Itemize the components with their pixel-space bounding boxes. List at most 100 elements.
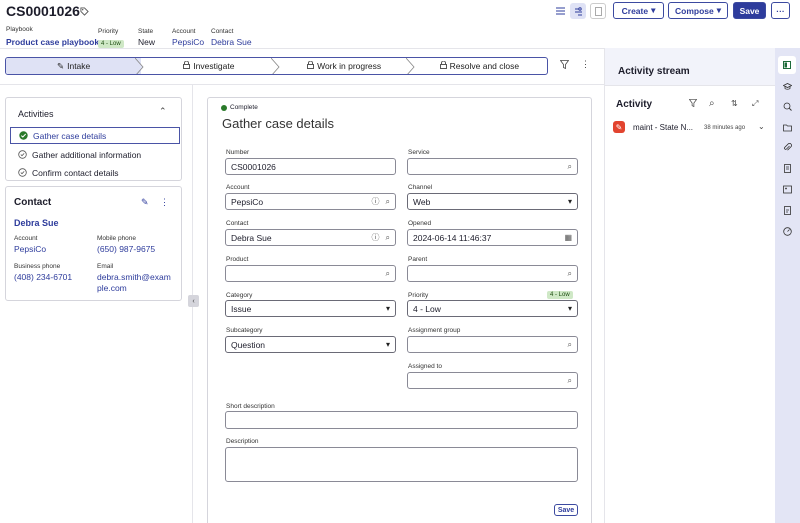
activity-label: Gather case details	[33, 130, 107, 141]
priority-select[interactable]: 4 - Low ▾	[407, 300, 578, 317]
assignment-group-field[interactable]: ⌕	[407, 336, 578, 353]
rail-image-icon[interactable]	[783, 185, 793, 195]
assigned-to-label: Assigned to	[408, 363, 442, 370]
tag-icon[interactable]	[80, 7, 89, 16]
step-intake[interactable]: ✎ Intake	[6, 58, 144, 74]
playbook-label: Playbook	[6, 26, 33, 33]
stepper-more-icon[interactable]: ⋮	[581, 59, 590, 70]
opened-value: 2024-06-14 11:46:37	[413, 232, 492, 243]
step-label: Work in progress	[317, 61, 382, 71]
category-select[interactable]: Issue ▾	[225, 300, 396, 317]
activity-gather-additional-information[interactable]: Gather additional information	[10, 146, 180, 163]
priority-field-badge: 4 - Low	[547, 291, 573, 299]
playbook-stepper: ✎ Intake Investigate Work in progress Re…	[5, 57, 548, 75]
sort-icon[interactable]: ⇅	[731, 99, 738, 108]
chevron-up-icon[interactable]: ⌃	[159, 106, 167, 117]
entry-pencil-icon: ✎	[613, 121, 625, 133]
search-icon[interactable]: ⌕	[386, 197, 390, 207]
assigned-to-field[interactable]: ⌕	[407, 372, 578, 389]
activity-filter-icon[interactable]	[688, 99, 698, 109]
service-field[interactable]: ⌕	[407, 158, 578, 175]
compose-button-label: Compose	[674, 5, 714, 16]
number-label: Number	[226, 149, 250, 156]
complete-dot-icon	[221, 104, 227, 111]
contact-card-title: Contact	[14, 197, 52, 208]
subcategory-select[interactable]: Question ▾	[225, 336, 396, 353]
rail-stream-icon[interactable]	[778, 56, 796, 74]
edit-pencil-icon[interactable]: ✎	[141, 197, 149, 208]
save-button[interactable]: Save	[733, 2, 766, 19]
step-investigate[interactable]: Investigate	[141, 58, 280, 74]
compose-button[interactable]: Compose ▾	[668, 2, 728, 19]
opened-field[interactable]: 2024-06-14 11:46:37 ▦	[407, 229, 578, 246]
rail-document-icon[interactable]	[783, 164, 793, 174]
email-line-2: ple.com	[97, 283, 127, 293]
channel-select[interactable]: Web ▾	[407, 193, 578, 210]
step-label: Resolve and close	[449, 61, 520, 71]
account-value: PepsiCo	[231, 196, 264, 207]
right-rail	[775, 48, 800, 523]
mobile-phone-link[interactable]: (650) 987-9675	[97, 244, 155, 255]
search-icon[interactable]: ⌕	[568, 340, 572, 350]
header-divider	[0, 48, 604, 49]
search-icon[interactable]: ⌕	[386, 233, 390, 243]
priority-badge-text: 4 - Low	[98, 40, 124, 48]
rail-folder-icon[interactable]	[783, 123, 793, 133]
more-actions-button[interactable]: ···	[771, 2, 790, 19]
account-field-label: Account	[226, 184, 250, 191]
activity-confirm-contact-details[interactable]: Confirm contact details	[10, 164, 180, 181]
rail-people-search-icon[interactable]	[783, 102, 793, 112]
contact-link[interactable]: Debra Sue	[211, 37, 252, 47]
expand-icon[interactable]: ⤢	[752, 99, 758, 109]
step-resolve-and-close[interactable]: Resolve and close	[412, 58, 547, 74]
account-label: Account	[172, 28, 196, 35]
playbook-link[interactable]: Product case playbook	[6, 37, 99, 47]
list-view-icon[interactable]	[552, 3, 568, 19]
product-field[interactable]: ⌕	[225, 265, 396, 282]
rail-paperclip-icon[interactable]	[783, 143, 793, 153]
rail-graduation-icon[interactable]	[782, 82, 793, 92]
activity-entry-time: 38 minutes ago	[704, 125, 746, 131]
activity-entry-text[interactable]: maint - State N...	[633, 123, 693, 132]
rail-page-icon[interactable]	[783, 206, 793, 216]
stepper-divider	[0, 84, 604, 85]
check-circle-icon	[19, 131, 28, 140]
contact-name-link[interactable]: Debra Sue	[14, 218, 59, 228]
create-button[interactable]: Create ▾	[613, 2, 664, 19]
contact-field[interactable]: Debra Sue ⓘ ⌕	[225, 229, 396, 246]
short-description-field[interactable]	[225, 411, 578, 429]
pending-circle-icon	[18, 150, 27, 159]
account-field[interactable]: PepsiCo ⓘ ⌕	[225, 193, 396, 210]
description-textarea[interactable]	[225, 447, 578, 482]
calendar-icon[interactable]: ▦	[564, 233, 572, 242]
split-view-icon[interactable]	[570, 3, 586, 19]
info-icon[interactable]: ⓘ	[372, 196, 380, 207]
contact-more-icon[interactable]: ⋮	[160, 197, 169, 208]
document-icon[interactable]	[590, 3, 606, 19]
search-icon[interactable]: ⌕	[568, 269, 572, 279]
rail-gauge-icon[interactable]	[783, 227, 793, 237]
search-icon[interactable]: ⌕	[568, 376, 572, 386]
assignment-group-label: Assignment group	[408, 327, 461, 334]
number-field[interactable]: CS0001026	[225, 158, 396, 175]
form-save-button[interactable]: Save	[554, 504, 578, 516]
service-label: Service	[408, 149, 430, 156]
collapse-left-button[interactable]: ‹	[188, 295, 199, 307]
contact-account-link[interactable]: PepsiCo	[14, 244, 46, 255]
step-label: Investigate	[193, 61, 235, 71]
activity-gather-case-details[interactable]: Gather case details	[10, 127, 180, 144]
step-work-in-progress[interactable]: Work in progress	[277, 58, 415, 74]
entry-chevron-down-icon[interactable]: ⌄	[758, 122, 765, 131]
business-phone-link[interactable]: (408) 234-6701	[14, 272, 72, 283]
search-icon[interactable]: ⌕	[568, 162, 572, 172]
search-icon[interactable]: ⌕	[386, 269, 390, 279]
email-link[interactable]: debra.smith@exam ple.com	[97, 272, 171, 294]
activity-search-icon[interactable]: ⌕	[709, 98, 715, 109]
parent-field[interactable]: ⌕	[407, 265, 578, 282]
account-link[interactable]: PepsiCo	[172, 37, 204, 47]
lock-icon	[183, 60, 191, 71]
filter-icon[interactable]	[559, 60, 570, 71]
contact-field-label: Contact	[226, 220, 249, 227]
info-icon[interactable]: ⓘ	[372, 232, 380, 243]
pending-circle-icon	[18, 168, 27, 177]
